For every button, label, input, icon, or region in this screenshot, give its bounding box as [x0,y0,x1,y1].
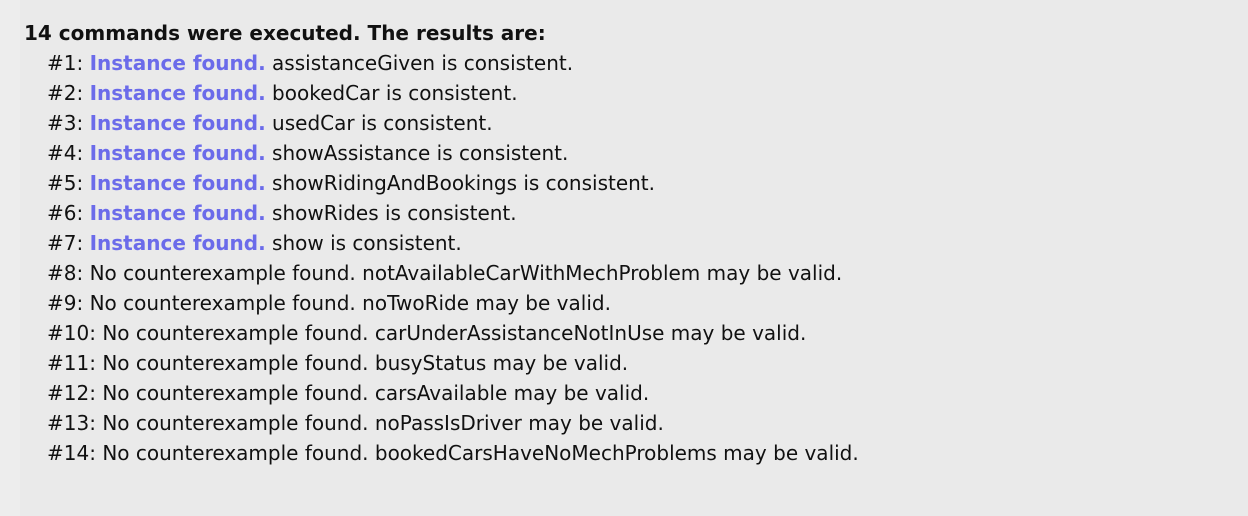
result-status: No counterexample found. [102,411,369,435]
result-line: #14: No counterexample found. bookedCars… [24,438,859,468]
result-text: noPassIsDriver may be valid. [374,411,664,435]
result-text: showRides is consistent. [272,201,517,225]
instance-found-link[interactable]: Instance found. [90,51,266,75]
result-line: #12: No counterexample found. carsAvaila… [24,378,859,408]
result-number: #10: [47,321,96,345]
result-line: #6: Instance found. showRides is consist… [24,198,859,228]
result-text: show is consistent. [272,231,462,255]
result-line: #10: No counterexample found. carUnderAs… [24,318,859,348]
result-number: #4: [47,141,84,165]
result-number: #13: [47,411,96,435]
result-line: #2: Instance found. bookedCar is consist… [24,78,859,108]
result-number: #7: [47,231,84,255]
result-status: No counterexample found. [102,441,369,465]
left-margin [0,0,20,516]
result-line: #7: Instance found. show is consistent. [24,228,859,258]
result-line: #1: Instance found. assistanceGiven is c… [24,48,859,78]
results-list: #1: Instance found. assistanceGiven is c… [24,48,859,468]
results-heading: 14 commands were executed. The results a… [24,21,546,45]
result-number: #5: [47,171,84,195]
result-text: carUnderAssistanceNotInUse may be valid. [374,321,807,345]
result-number: #12: [47,381,96,405]
result-number: #9: [47,291,84,315]
result-line: #9: No counterexample found. noTwoRide m… [24,288,859,318]
result-text: carsAvailable may be valid. [374,381,650,405]
instance-found-link[interactable]: Instance found. [90,141,266,165]
result-line: #5: Instance found. showRidingAndBooking… [24,168,859,198]
instance-found-link[interactable]: Instance found. [90,201,266,225]
result-number: #2: [47,81,84,105]
instance-found-link[interactable]: Instance found. [90,81,266,105]
result-text: busyStatus may be valid. [374,351,629,375]
result-line: #11: No counterexample found. busyStatus… [24,348,859,378]
result-text: showAssistance is consistent. [272,141,569,165]
result-number: #1: [47,51,84,75]
result-text: bookedCar is consistent. [272,81,518,105]
results-panel: 14 commands were executed. The results a… [24,18,859,468]
result-status: No counterexample found. [89,261,356,285]
result-number: #6: [47,201,84,225]
result-text: assistanceGiven is consistent. [272,51,574,75]
result-line: #8: No counterexample found. notAvailabl… [24,258,859,288]
result-number: #3: [47,111,84,135]
result-number: #8: [47,261,84,285]
result-text: notAvailableCarWithMechProblem may be va… [362,261,843,285]
result-number: #14: [47,441,96,465]
result-line: #4: Instance found. showAssistance is co… [24,138,859,168]
result-text: usedCar is consistent. [272,111,493,135]
result-text: showRidingAndBookings is consistent. [272,171,656,195]
result-line: #3: Instance found. usedCar is consisten… [24,108,859,138]
result-status: No counterexample found. [102,381,369,405]
result-line: #13: No counterexample found. noPassIsDr… [24,408,859,438]
result-text: bookedCarsHaveNoMechProblems may be vali… [374,441,859,465]
result-status: No counterexample found. [102,351,369,375]
result-status: No counterexample found. [102,321,369,345]
instance-found-link[interactable]: Instance found. [90,231,266,255]
instance-found-link[interactable]: Instance found. [90,171,266,195]
result-number: #11: [47,351,96,375]
result-text: noTwoRide may be valid. [362,291,611,315]
instance-found-link[interactable]: Instance found. [90,111,266,135]
result-status: No counterexample found. [89,291,356,315]
